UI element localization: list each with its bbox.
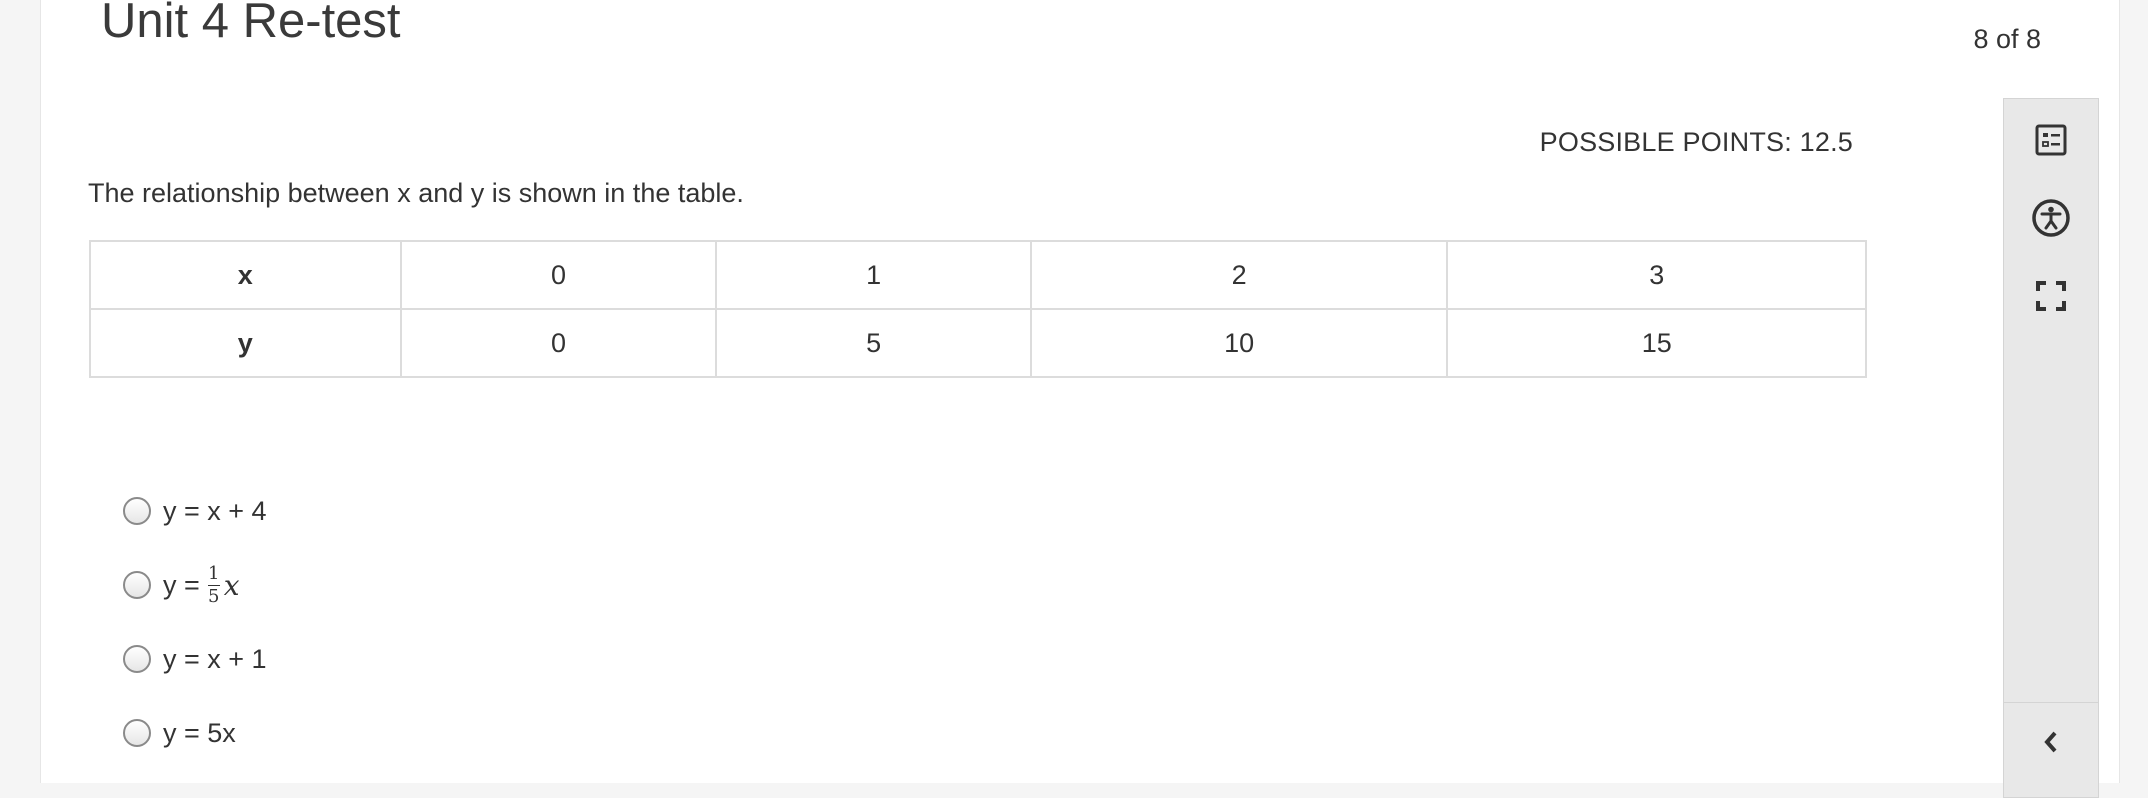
question-counter: 8 of 8 [1973,24,2041,54]
answer-option-label: y = x + 4 [163,495,267,526]
possible-points: POSSIBLE POINTS: 12.5 [1539,127,1853,157]
fraction-numerator: 1 [208,562,220,584]
answer-options: y = x + 4 y = 1 5 x y = x + 1 y = 5x [123,474,267,770]
fraction: 1 5 [207,562,220,607]
table-cell: 0 [399,308,718,378]
fraction-denominator: 5 [208,585,220,607]
answer-option-3[interactable]: y = x + 1 [123,622,267,696]
table-cell: 0 [399,240,718,310]
table-row: x 0 1 2 3 [89,240,1867,310]
chevron-left-icon [2044,731,2057,753]
answer-option-1[interactable]: y = x + 4 [123,474,267,548]
table-cell: 5 [715,308,1032,378]
fullscreen-icon [2036,281,2066,311]
page-title: Unit 4 Re-test [101,0,401,48]
radio-button[interactable] [123,497,151,525]
table-cell: 10 [1029,308,1449,378]
question-list-icon [2035,124,2067,156]
table-row-label: x [89,240,402,310]
relationship-table: x 0 1 2 3 y 0 5 10 15 [89,240,1867,378]
math-variable: x [223,568,240,602]
fullscreen-button[interactable] [2004,257,2098,335]
question-list-button[interactable] [2004,101,2098,179]
tool-sidebar [2003,98,2099,798]
table-cell: 2 [1029,240,1449,310]
table-cell: 15 [1446,308,1867,378]
answer-option-2[interactable]: y = 1 5 x [123,548,267,622]
table-cell: 3 [1446,240,1867,310]
answer-option-4[interactable]: y = 5x [123,696,267,770]
radio-button[interactable] [123,645,151,673]
table-row: y 0 5 10 15 [89,308,1867,378]
question-prompt: The relationship between x and y is show… [88,178,744,208]
answer-option-label: y = 5x [163,717,236,748]
answer-option-label: y = x + 1 [163,643,267,674]
accessibility-icon [2032,199,2070,237]
accessibility-button[interactable] [2004,179,2098,257]
table-row-label: y [89,308,402,378]
radio-button[interactable] [123,571,151,599]
answer-option-label: y = [163,569,200,600]
table-cell: 1 [715,240,1032,310]
collapse-sidebar-button[interactable] [2004,703,2098,781]
test-page: Unit 4 Re-test 8 of 8 [40,0,2120,783]
radio-button[interactable] [123,719,151,747]
